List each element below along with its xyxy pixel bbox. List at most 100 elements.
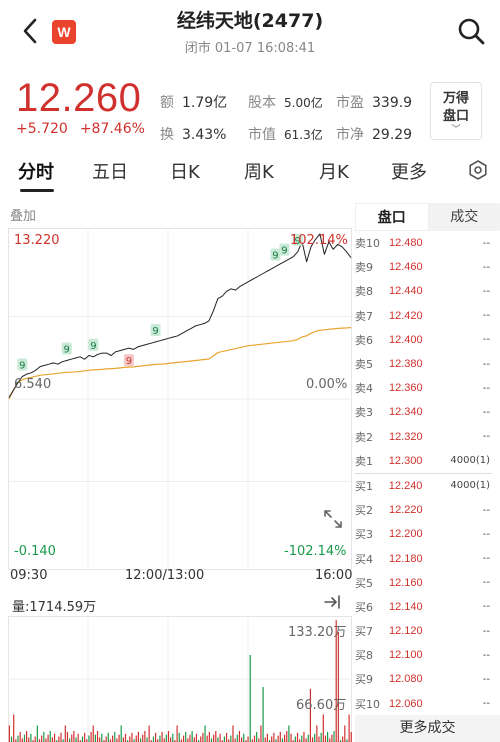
book-level-label: 卖1: [355, 454, 373, 468]
tab-more[interactable]: 更多: [391, 158, 427, 184]
volume-bar: [99, 737, 101, 742]
signal-badge-label: 9: [272, 251, 278, 262]
tab-intraday[interactable]: 分时: [18, 158, 54, 184]
volume-bar: [193, 737, 195, 742]
book-quantity: --: [482, 698, 490, 710]
volume-bar: [247, 736, 249, 742]
volume-bar: [69, 738, 71, 742]
volume-bar: [90, 731, 92, 742]
intraday-price-chart[interactable]: 99 9999 99: [8, 228, 352, 570]
book-row[interactable]: 卖3 12.340 --: [355, 400, 500, 424]
volume-bar: [58, 736, 60, 742]
volume-bar: [71, 734, 73, 742]
book-price: 12.400: [389, 333, 423, 346]
book-row[interactable]: 买7 12.120 --: [355, 619, 500, 643]
overlay-button[interactable]: 叠加: [10, 205, 36, 224]
volume-bar: [152, 736, 155, 742]
book-row[interactable]: 买3 12.200 --: [355, 522, 500, 546]
settings-icon[interactable]: [468, 160, 488, 180]
volume-bar: [45, 738, 47, 742]
volume-bar: [258, 738, 260, 742]
book-row[interactable]: 卖7 12.420 --: [355, 304, 500, 328]
volume-bar: [210, 738, 213, 742]
tab-five-day[interactable]: 五日: [92, 158, 128, 184]
book-row[interactable]: 卖1 12.300 4000(1): [355, 449, 500, 473]
book-row[interactable]: 买4 12.180 --: [355, 546, 500, 570]
book-quantity: --: [482, 504, 490, 516]
book-level-label: 买8: [355, 649, 373, 663]
volume-bar: [172, 733, 174, 742]
more-trades-button[interactable]: 更多成交: [355, 715, 500, 742]
book-quantity: --: [482, 334, 490, 346]
book-row[interactable]: 卖6 12.400 --: [355, 328, 500, 352]
book-row[interactable]: 买10 12.060 --: [355, 692, 500, 716]
volume-bar: [225, 732, 228, 742]
volume-bar: [206, 735, 208, 742]
volume-bar: [200, 736, 202, 742]
book-price: 12.340: [389, 406, 423, 419]
volume-bar: [17, 735, 19, 742]
volume-bar: [73, 731, 75, 742]
volume-bar: [114, 731, 116, 742]
book-row[interactable]: 买1 12.240 4000(1): [355, 474, 500, 498]
volume-bar: [60, 732, 62, 742]
volume-bar: [288, 725, 290, 742]
volume-bar: [84, 732, 86, 742]
stat-turnover-amount: 额 1.79亿: [160, 95, 228, 111]
volume-bar: [253, 735, 256, 742]
book-row[interactable]: 买8 12.100 --: [355, 643, 500, 667]
book-level-label: 卖10: [355, 237, 380, 251]
book-row[interactable]: 卖5 12.380 --: [355, 352, 500, 376]
book-quantity: --: [482, 406, 490, 418]
volume-bar: [34, 736, 36, 742]
book-row[interactable]: 买5 12.160 --: [355, 571, 500, 595]
volume-bar: [281, 738, 284, 742]
stat-share-capital: 股本 5.00亿: [248, 95, 323, 111]
tab-monthly-k[interactable]: 月K: [319, 158, 349, 184]
book-row[interactable]: 卖8 12.440 --: [355, 279, 500, 303]
volume-bar: [116, 738, 118, 742]
book-level-label: 卖8: [355, 285, 373, 299]
volume-bar: [142, 734, 144, 742]
tab-order-book[interactable]: 盘口: [355, 203, 429, 231]
tab-daily-k[interactable]: 日K: [170, 158, 200, 184]
search-icon[interactable]: [456, 16, 486, 46]
book-price: 12.200: [389, 528, 423, 541]
volume-bar: [271, 736, 273, 742]
volume-bar: [64, 725, 66, 742]
tab-trades[interactable]: 成交: [429, 203, 500, 231]
volume-bar: [223, 736, 225, 742]
fullscreen-icon[interactable]: [322, 508, 344, 530]
volume-bar: [77, 733, 79, 742]
volume-bar: [182, 735, 185, 742]
book-row[interactable]: 买6 12.140 --: [355, 595, 500, 619]
volume-bar: [241, 737, 243, 742]
stat-pb: 市净 29.29: [336, 127, 413, 143]
book-row[interactable]: 卖4 12.360 --: [355, 376, 500, 400]
signal-badge-label: 9: [126, 356, 132, 367]
last-price: 12.260: [16, 76, 142, 120]
book-level-label: 买2: [355, 504, 373, 518]
signal-badge-label: 9: [152, 326, 158, 337]
volume-bar: [112, 735, 114, 742]
book-row[interactable]: 卖9 12.460 --: [355, 255, 500, 279]
book-row[interactable]: 买9 12.080 --: [355, 667, 500, 691]
volume-bar: [47, 734, 49, 742]
wande-orderbook-button[interactable]: 万得 盘口 ﹀: [430, 82, 482, 140]
volume-bar: [331, 734, 333, 742]
book-row[interactable]: 买2 12.220 --: [355, 498, 500, 522]
volume-bar: [290, 733, 292, 742]
book-level-label: 卖6: [355, 333, 373, 347]
tab-weekly-k[interactable]: 周K: [244, 158, 274, 184]
volume-bar: [219, 733, 221, 742]
scroll-to-end-icon[interactable]: [322, 592, 344, 612]
tab-active-indicator: [20, 189, 54, 192]
book-quantity: 4000(1): [450, 455, 490, 467]
signal-badge-label: 9: [19, 361, 25, 372]
book-level-label: 买3: [355, 528, 373, 542]
book-row[interactable]: 卖10 12.480 --: [355, 231, 500, 255]
book-row[interactable]: 卖2 12.320 --: [355, 425, 500, 449]
volume-bar: [107, 732, 109, 742]
book-level-label: 卖3: [355, 406, 373, 420]
volume-bar: [350, 731, 352, 742]
